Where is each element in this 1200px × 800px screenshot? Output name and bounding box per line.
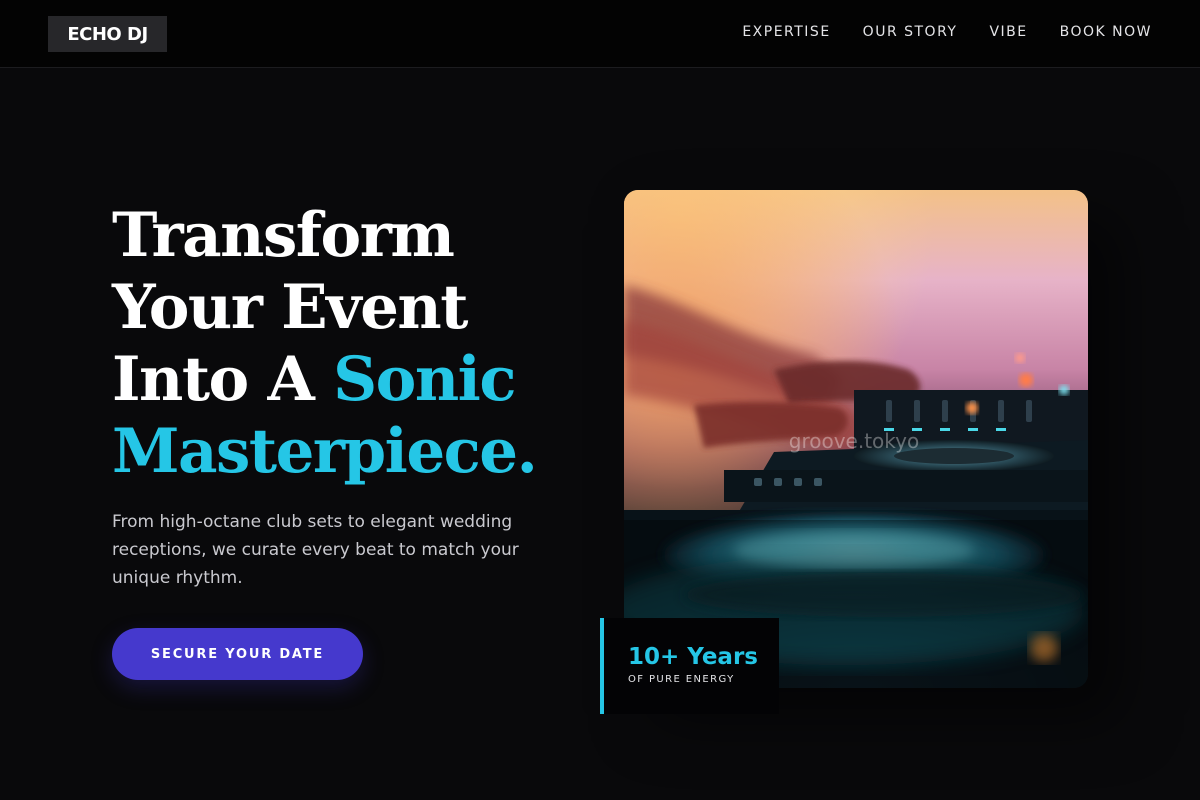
years-stat-badge: 10+ Years OF PURE ENERGY	[600, 618, 779, 714]
nav-link-vibe[interactable]: VIBE	[989, 22, 1027, 42]
nav-link-expertise[interactable]: EXPERTISE	[742, 22, 830, 42]
secure-date-button[interactable]: SECURE YOUR DATE	[112, 628, 363, 680]
hero-headline: Transform Your Event Into A Sonic Master…	[112, 200, 582, 488]
nav-link-our-story[interactable]: OUR STORY	[863, 22, 958, 42]
image-watermark: groove.tokyo	[789, 429, 919, 453]
headline-line-1: Transform	[112, 200, 455, 271]
hero-text: Transform Your Event Into A Sonic Master…	[112, 200, 582, 592]
logo[interactable]: ECHO DJ	[48, 16, 167, 52]
nav-link-book-now[interactable]: BOOK NOW	[1060, 22, 1152, 42]
headline-line-3: Into A	[112, 344, 315, 415]
navbar: ECHO DJ EXPERTISE OUR STORY VIBE BOOK NO…	[0, 0, 1200, 68]
nav-links: EXPERTISE OUR STORY VIBE BOOK NOW	[742, 22, 1152, 42]
stat-value: 10+ Years	[628, 644, 758, 670]
hero-subhead: From high-octane club sets to elegant we…	[112, 512, 519, 588]
dj-hero-image: groove.tokyo	[624, 190, 1088, 688]
stat-label: OF PURE ENERGY	[628, 674, 735, 685]
headline-line-2: Your Event	[112, 272, 468, 343]
headline-accent-masterpiece: Masterpiece.	[112, 416, 538, 487]
headline-accent-sonic: Sonic	[333, 344, 516, 415]
dj-turntable-illustration: groove.tokyo	[624, 190, 1088, 688]
